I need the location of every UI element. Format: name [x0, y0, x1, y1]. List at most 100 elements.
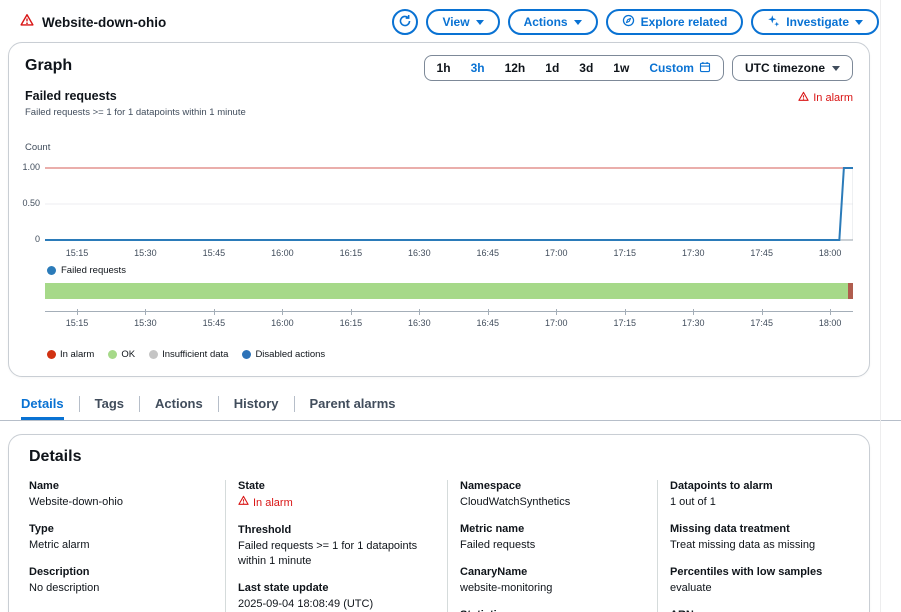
- field-label: CanaryName: [460, 566, 643, 578]
- time-range-3d[interactable]: 3d: [569, 56, 603, 80]
- x-tick-label: 17:00: [545, 248, 568, 258]
- tab-divider: [218, 396, 219, 412]
- x-tick-label: 17:15: [613, 318, 636, 328]
- y-axis-ticks: 1.000.500: [24, 160, 42, 244]
- investigate-label: Investigate: [786, 15, 849, 29]
- x-axis-ticks: 15:1515:3015:4516:0016:1516:3016:4517:00…: [45, 248, 853, 262]
- refresh-button[interactable]: [392, 9, 418, 35]
- tab-actions[interactable]: Actions: [155, 396, 203, 420]
- tick-mark: [214, 309, 215, 315]
- state-legend-disabled-actions: Disabled actions: [242, 349, 325, 360]
- legend-label: OK: [121, 349, 135, 360]
- field-label: Datapoints to alarm: [670, 480, 875, 492]
- time-range-custom[interactable]: Custom: [639, 56, 721, 80]
- tab-history[interactable]: History: [234, 396, 279, 420]
- field-value: website-monitoring: [460, 581, 643, 596]
- in-alarm-badge-label: In alarm: [813, 92, 853, 104]
- metric-chart[interactable]: [45, 160, 853, 244]
- x-tick-label: 17:15: [613, 248, 636, 258]
- time-range-1d[interactable]: 1d: [535, 56, 569, 80]
- field-label: Namespace: [460, 480, 643, 492]
- tab-divider: [79, 396, 80, 412]
- cloudwatch-alarm-page: Website-down-ohio View Actions Explore r…: [0, 0, 901, 612]
- field-arn: ARN: [670, 609, 875, 612]
- view-button-label: View: [442, 15, 469, 29]
- time-range-3h[interactable]: 3h: [461, 56, 495, 80]
- time-range-group: 1h3h12h1d3d1w Custom: [424, 55, 724, 81]
- y-tick-label: 1.00: [22, 162, 40, 173]
- investigate-button[interactable]: Investigate: [751, 9, 879, 35]
- explore-related-button[interactable]: Explore related: [606, 9, 744, 35]
- field-value: evaluate: [670, 581, 875, 596]
- tick-mark: [419, 309, 420, 315]
- details-column: Datapoints to alarm 1 out of 1 Missing dat…: [658, 480, 889, 612]
- scrollbar-track[interactable]: [880, 0, 881, 612]
- tab-tags[interactable]: Tags: [95, 396, 124, 420]
- plot-area: 1.000.500 15:1515:3015:4516:0016:1516:30…: [45, 160, 853, 360]
- legend-label: In alarm: [60, 349, 94, 360]
- time-range-1h[interactable]: 1h: [427, 56, 461, 80]
- field-value: Failed requests >= 1 for 1 datapoints wi…: [238, 539, 433, 569]
- view-button[interactable]: View: [426, 9, 499, 35]
- timezone-select[interactable]: UTC timezone: [732, 55, 853, 81]
- field-metric-name: Metric nameFailed requests: [460, 523, 643, 553]
- series-legend-dot: [47, 266, 56, 275]
- band-segment-ok: [45, 283, 848, 299]
- page-title-wrap: Website-down-ohio: [20, 13, 166, 32]
- details-column: NamespaceCloudWatchSyntheticsMetric name…: [448, 480, 658, 612]
- legend-dot: [47, 350, 56, 359]
- field-value: 1 out of 1: [670, 495, 875, 510]
- topbar-actions: View Actions Explore related Investigate: [392, 9, 879, 35]
- field-value: Treat missing data as missing: [670, 538, 875, 553]
- chart-block: Count 1.000.500 15:1515:3015:4516:0016:1…: [25, 142, 853, 360]
- graph-controls: 1h3h12h1d3d1w Custom UTC timezone: [424, 55, 853, 81]
- custom-range-label: Custom: [649, 61, 694, 75]
- field-missing-data-treatment: Missing data treatmentTreat missing data…: [670, 523, 875, 553]
- field-label: State: [238, 480, 433, 492]
- page-title: Website-down-ohio: [42, 15, 166, 30]
- time-range-1w[interactable]: 1w: [603, 56, 639, 80]
- metric-subtitle: Failed requests >= 1 for 1 datapoints wi…: [25, 107, 246, 118]
- tick-mark: [77, 309, 78, 315]
- metric-header-row: Failed requests Failed requests >= 1 for…: [25, 89, 853, 118]
- series-legend-item[interactable]: Failed requests: [45, 265, 853, 276]
- tick-mark: [693, 309, 694, 315]
- timezone-label: UTC timezone: [745, 61, 825, 75]
- legend-dot: [108, 350, 117, 359]
- graph-panel: Graph 1h3h12h1d3d1wCustom UTC timezone F…: [8, 42, 870, 377]
- x-tick-label: 17:00: [545, 318, 568, 328]
- field-state: State In alarm: [238, 480, 433, 511]
- field-value: 2025-09-04 18:08:49 (UTC): [238, 597, 433, 612]
- field-label: Percentiles with low samples: [670, 566, 875, 578]
- tick-mark: [830, 309, 831, 315]
- x-tick-label: 16:45: [477, 248, 500, 258]
- legend-dot: [242, 350, 251, 359]
- time-range-12h[interactable]: 12h: [495, 56, 536, 80]
- tick-mark: [282, 309, 283, 315]
- actions-button[interactable]: Actions: [508, 9, 598, 35]
- x-tick-label: 15:15: [66, 248, 89, 258]
- field-label: Metric name: [460, 523, 643, 535]
- series-legend-label: Failed requests: [61, 265, 126, 276]
- details-panel: Details NameWebsite-down-ohioTypeMetric …: [8, 434, 870, 612]
- field-value: In alarm: [253, 496, 293, 511]
- field-type: TypeMetric alarm: [29, 523, 211, 553]
- x-tick-label: 15:30: [134, 318, 157, 328]
- tab-parent-alarms[interactable]: Parent alarms: [310, 396, 396, 420]
- alarm-warning-icon: [798, 91, 809, 105]
- state-in-alarm-value: In alarm: [238, 495, 433, 511]
- state-legend-insufficient-data: Insufficient data: [149, 349, 228, 360]
- alarm-warning-icon: [238, 495, 249, 511]
- x-tick-label: 15:15: [66, 318, 89, 328]
- graph-header: Graph 1h3h12h1d3d1wCustom UTC timezone: [25, 55, 853, 81]
- field-label: Name: [29, 480, 211, 492]
- details-column: StateIn alarmThresholdFailed requests >=…: [226, 480, 448, 612]
- tab-details[interactable]: Details: [21, 396, 64, 420]
- state-legend-ok: OK: [108, 349, 135, 360]
- field-label: ARN: [670, 609, 875, 612]
- tick-mark: [145, 309, 146, 315]
- x-tick-label: 17:45: [750, 248, 773, 258]
- field-statistic: StatisticSum: [460, 609, 643, 612]
- field-value: Metric alarm: [29, 538, 211, 553]
- x-tick-label: 16:30: [408, 248, 431, 258]
